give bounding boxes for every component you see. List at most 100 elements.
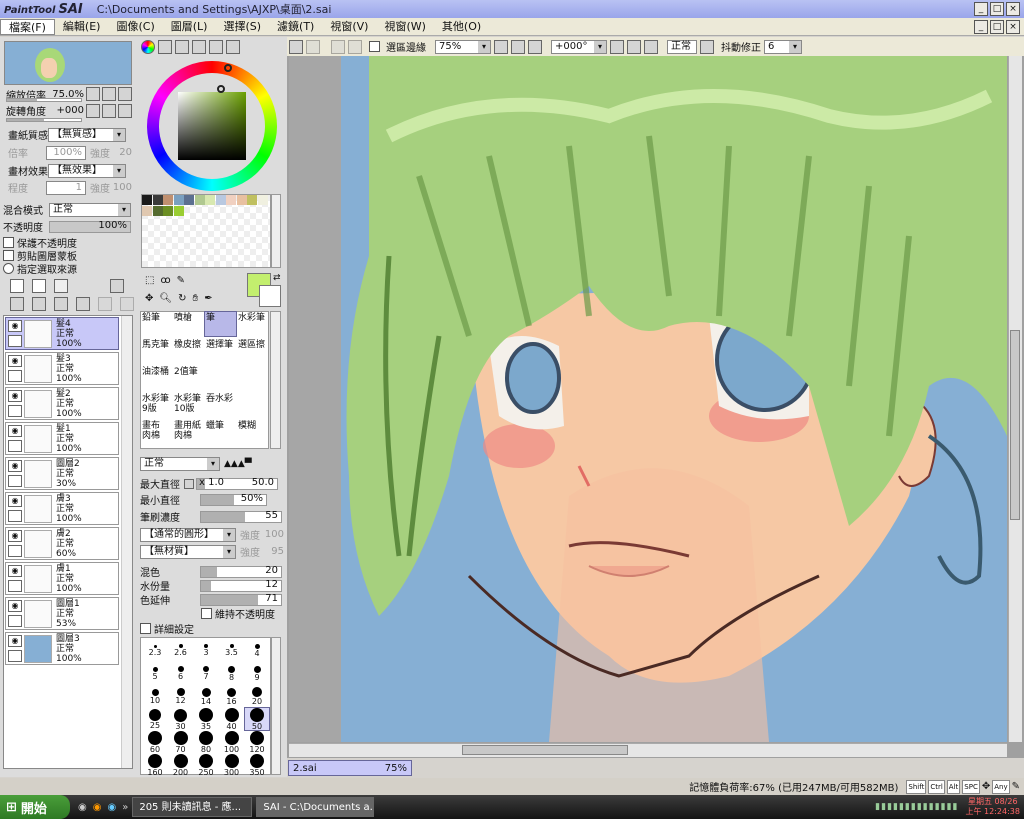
- tool-button[interactable]: 畫布 肉棉: [141, 420, 172, 444]
- swatch-scrollbar[interactable]: [271, 194, 281, 268]
- zoom-in-button[interactable]: [102, 87, 116, 101]
- tool-button[interactable]: 蠟筆: [205, 420, 236, 444]
- tool-button[interactable]: 2值筆: [173, 366, 204, 390]
- brush-size-preset[interactable]: 40: [220, 708, 244, 731]
- brush-mode-dropdown[interactable]: 正常: [140, 457, 220, 471]
- color-swatch[interactable]: [173, 195, 184, 205]
- invert-selection-icon[interactable]: [348, 39, 362, 54]
- color-swatch[interactable]: [247, 195, 257, 205]
- menu-layer[interactable]: 圖層(L): [163, 19, 216, 35]
- color-swatch[interactable]: [142, 205, 152, 216]
- magic-wand-icon[interactable]: ✎: [177, 275, 185, 286]
- brush-size-preset[interactable]: 100: [220, 731, 244, 754]
- start-button[interactable]: ⊞ 開始: [0, 795, 70, 819]
- rotate-right-button[interactable]: [102, 104, 116, 118]
- rotate-slider[interactable]: [6, 118, 82, 122]
- tool-button[interactable]: 筆: [204, 311, 237, 337]
- delete-layer-icon[interactable]: [76, 297, 90, 311]
- eyedropper-icon[interactable]: ✒: [204, 293, 212, 304]
- new-linework-layer-icon[interactable]: [32, 279, 46, 293]
- doc-restore-button[interactable]: □: [990, 20, 1004, 34]
- layer-list-scrollbar[interactable]: [121, 316, 132, 768]
- tool-button[interactable]: 橡皮擦: [173, 339, 204, 363]
- layer-lock-icon[interactable]: [8, 650, 22, 662]
- clipping-group-checkbox[interactable]: [3, 250, 14, 261]
- stabilizer-dropdown[interactable]: 6: [764, 39, 802, 54]
- tool-button[interactable]: 鉛筆: [141, 312, 172, 336]
- quicklaunch-icon-1[interactable]: ◉: [78, 802, 87, 813]
- color-swatch[interactable]: [163, 205, 173, 216]
- hue-picker-handle[interactable]: [224, 64, 232, 72]
- new-folder-icon[interactable]: [54, 279, 68, 293]
- color-swatch[interactable]: [152, 205, 163, 216]
- rotate-reset-button[interactable]: [118, 104, 132, 118]
- layer-lock-icon[interactable]: [8, 335, 22, 347]
- brush-texture-dropdown[interactable]: 【無材質】: [140, 544, 236, 559]
- layer-item[interactable]: ◉ 髮1 正常 100%: [5, 422, 119, 455]
- lasso-icon[interactable]: ꝏ: [160, 275, 170, 286]
- brush-size-preset[interactable]: 4: [245, 639, 269, 661]
- opacity-slider[interactable]: 100%: [49, 220, 131, 233]
- visibility-eye-icon[interactable]: ◉: [8, 530, 22, 542]
- brush-size-preset[interactable]: 160: [143, 754, 167, 777]
- color-swatch[interactable]: [205, 195, 215, 205]
- menu-selection[interactable]: 選擇(S): [215, 19, 269, 35]
- visibility-eye-icon[interactable]: ◉: [8, 390, 22, 402]
- color-swatch[interactable]: [236, 195, 247, 205]
- saturation-value-square[interactable]: [178, 92, 246, 160]
- layer-lock-icon[interactable]: [8, 615, 22, 627]
- brush-size-preset[interactable]: 20: [245, 685, 269, 707]
- document-tab[interactable]: 2.sai 75%: [288, 760, 412, 776]
- toolbar-zoom-in-icon[interactable]: [511, 39, 525, 54]
- tool-button[interactable]: 油漆桶: [141, 366, 172, 390]
- rect-select-icon[interactable]: ⬚: [145, 275, 154, 286]
- layer-lock-icon[interactable]: [8, 510, 22, 522]
- brush-size-preset[interactable]: 60: [143, 731, 167, 754]
- dilution-slider[interactable]: 12: [200, 579, 282, 592]
- rotate-tool-icon[interactable]: ↻: [178, 293, 186, 304]
- brush-size-preset[interactable]: 30: [169, 708, 193, 731]
- layer-lock-icon[interactable]: [8, 580, 22, 592]
- tool-button[interactable]: 水彩筆: [237, 312, 268, 336]
- redo-icon[interactable]: [306, 39, 320, 54]
- palette-tab-icon[interactable]: [192, 40, 206, 54]
- brush-size-preset[interactable]: 250: [194, 754, 218, 777]
- paper-texture-dropdown[interactable]: 【無質感】: [48, 127, 126, 142]
- rotate-left-button[interactable]: [86, 104, 100, 118]
- flip-view-icon[interactable]: [700, 39, 714, 54]
- layer-item[interactable]: ◉ 髮2 正常 100%: [5, 387, 119, 420]
- brush-size-preset[interactable]: 300: [220, 754, 244, 777]
- tool-button[interactable]: 馬克筆: [141, 339, 172, 363]
- visibility-eye-icon[interactable]: ◉: [8, 460, 22, 472]
- tool-button[interactable]: 吞水彩: [205, 393, 236, 417]
- tool-grid-scrollbar[interactable]: [270, 311, 281, 449]
- mask-apply-icon[interactable]: [98, 297, 112, 311]
- persistence-slider[interactable]: 71: [200, 593, 282, 606]
- menu-view[interactable]: 視窗(V): [322, 19, 376, 35]
- density-slider[interactable]: 55: [200, 510, 282, 523]
- color-swatch[interactable]: [257, 195, 268, 205]
- scratchpad-tab-icon[interactable]: [226, 40, 240, 54]
- canvas-scrollbar-thumb-v[interactable]: [1010, 330, 1020, 520]
- doc-close-button[interactable]: ×: [1006, 20, 1020, 34]
- hand-icon[interactable]: ✋︎: [192, 293, 198, 304]
- menu-window[interactable]: 視窗(W): [376, 19, 433, 35]
- deselect-icon[interactable]: [331, 39, 345, 54]
- zoom-reset-button[interactable]: [118, 87, 132, 101]
- tool-button[interactable]: 水彩筆 9版: [141, 393, 172, 417]
- selection-source-radio[interactable]: [3, 263, 14, 274]
- keep-opacity-checkbox[interactable]: [201, 608, 212, 619]
- toolbar-zoom-reset-icon[interactable]: [528, 39, 542, 54]
- layer-item[interactable]: ◉ 膚2 正常 60%: [5, 527, 119, 560]
- layer-lock-icon[interactable]: [8, 475, 22, 487]
- visibility-eye-icon[interactable]: ◉: [8, 495, 22, 507]
- brush-size-preset[interactable]: 14: [194, 685, 218, 707]
- advanced-settings-checkbox[interactable]: [140, 623, 151, 634]
- quicklaunch-icon-2[interactable]: ◉: [93, 802, 102, 813]
- min-size-slider[interactable]: 50%: [200, 493, 267, 506]
- visibility-eye-icon[interactable]: ◉: [8, 600, 22, 612]
- swap-colors-icon[interactable]: ⇄: [273, 273, 281, 283]
- color-swatch[interactable]: [173, 205, 184, 216]
- zoom-tool-icon[interactable]: 🔍︎: [159, 293, 172, 304]
- move-icon[interactable]: ✥: [145, 293, 153, 304]
